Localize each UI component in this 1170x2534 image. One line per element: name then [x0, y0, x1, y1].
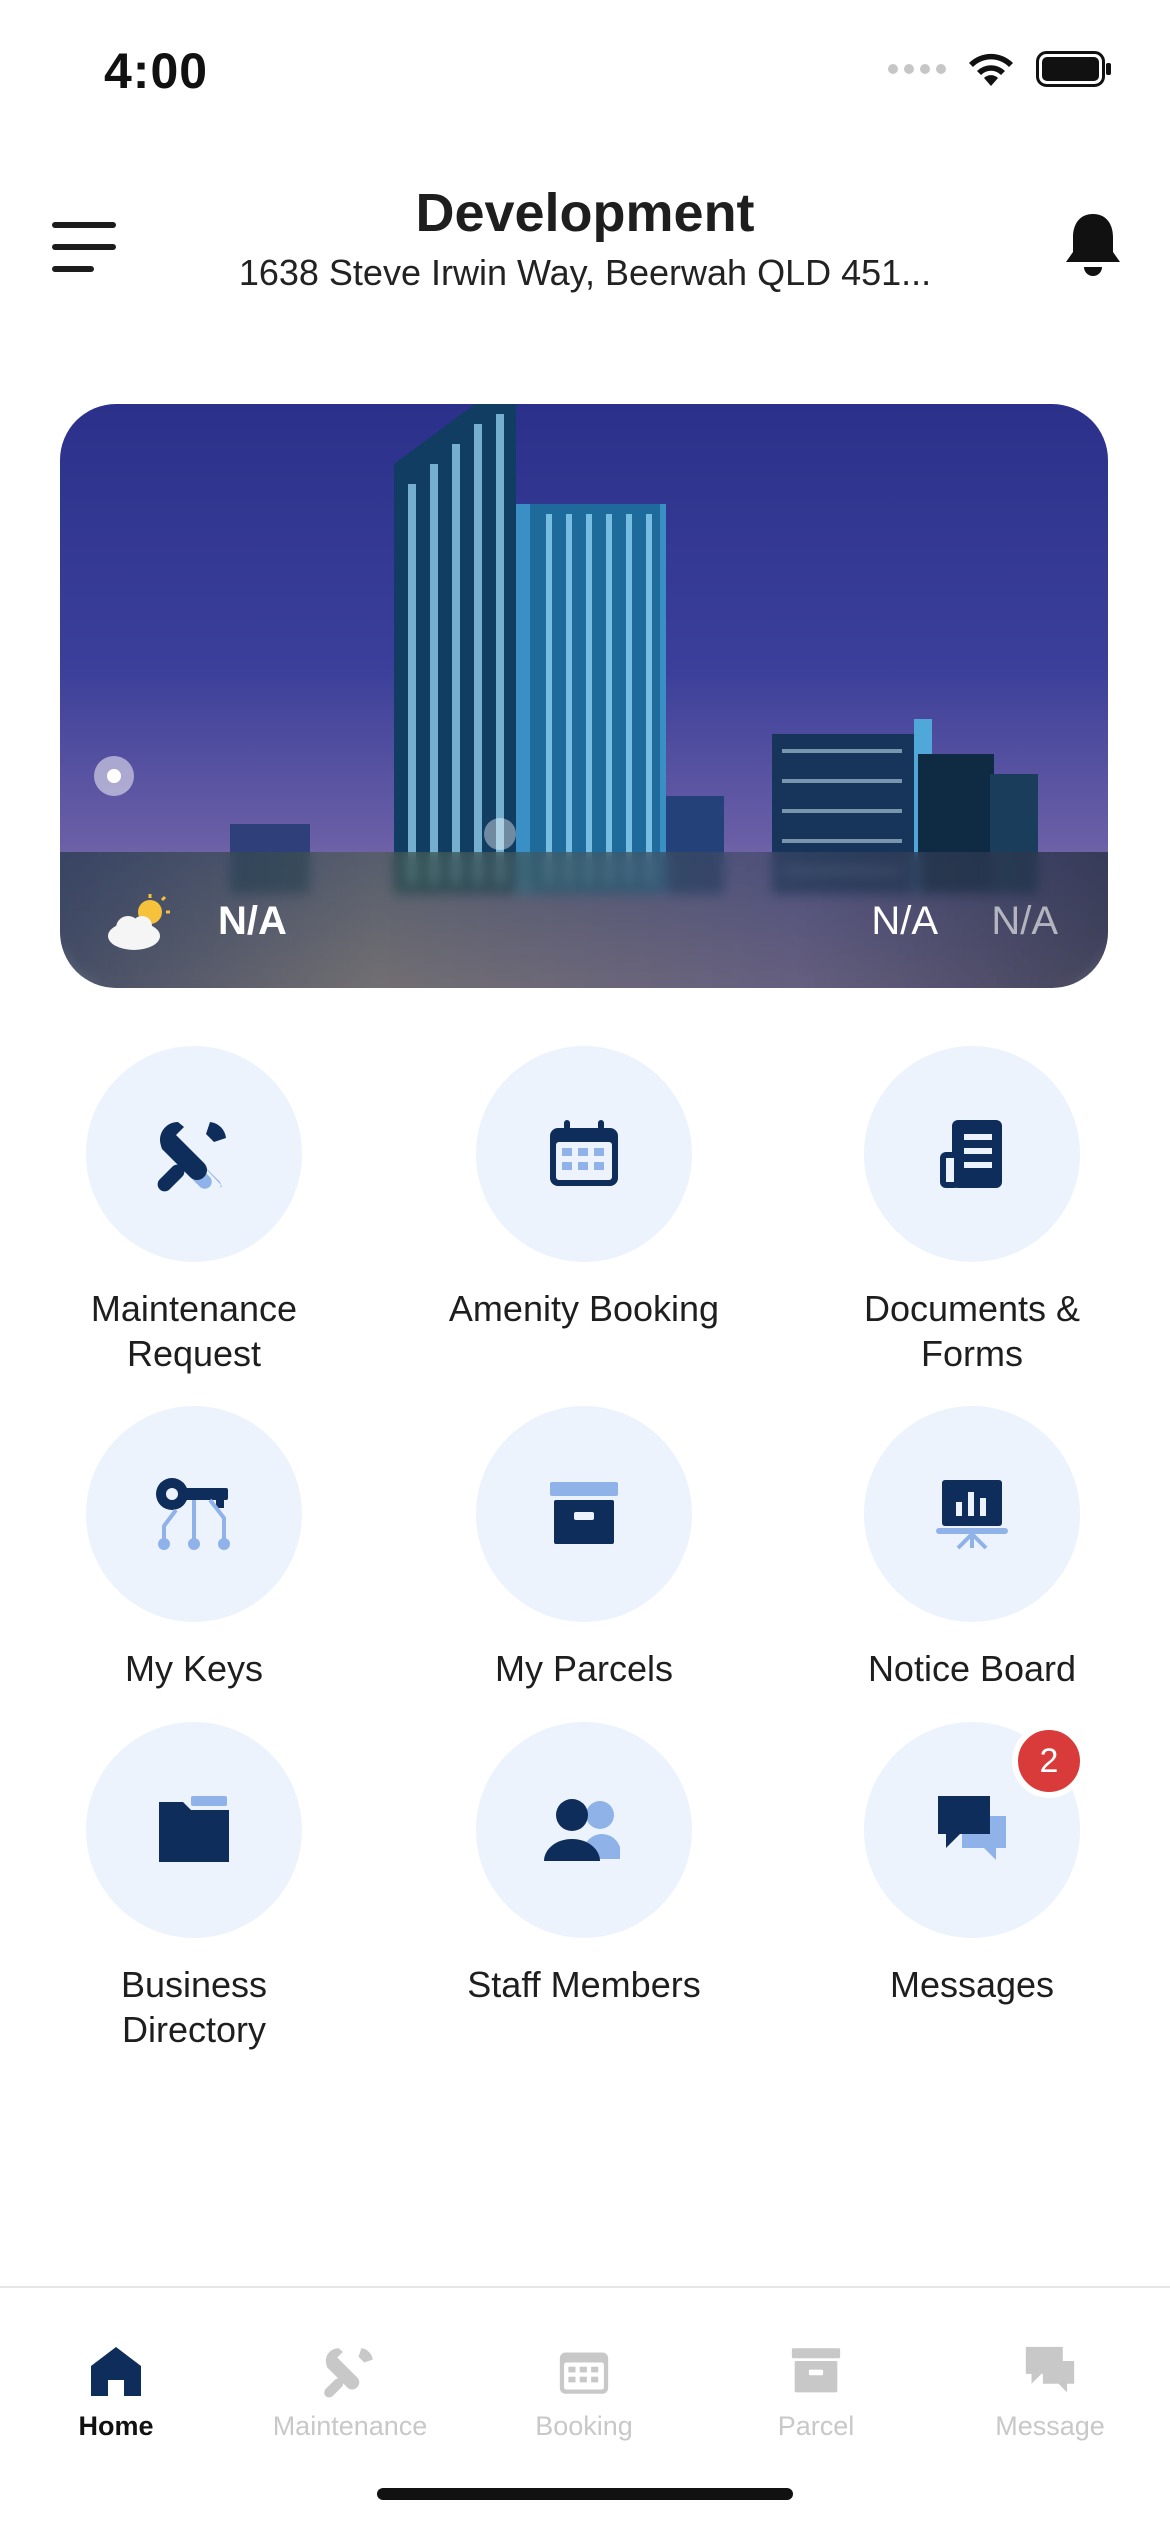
my-parcels-tile[interactable]: My Parcels [434, 1406, 734, 1691]
weather-bar: N/A N/A N/A [60, 852, 1108, 988]
notice-board-tile[interactable]: Notice Board [822, 1406, 1122, 1691]
tile-label: Messages [889, 1964, 1055, 2005]
amenity-booking-tile[interactable]: Amenity Booking [434, 1046, 734, 1331]
nav-label: Parcel [777, 2411, 855, 2441]
messages-tile[interactable]: 2 Messages [822, 1722, 1122, 2007]
unread-badge: 2 [1012, 1724, 1086, 1798]
business-directory-tile[interactable]: Business Directory [44, 1722, 344, 2052]
folder-icon [86, 1722, 302, 1938]
home-icon [91, 2347, 141, 2396]
messages-icon: 2 [864, 1722, 1086, 1938]
calendar-icon [476, 1046, 692, 1262]
cellular-signal-icon [888, 64, 946, 74]
tile-label: Documents & Forms [863, 1288, 1081, 1374]
nav-label: Booking [535, 2411, 633, 2441]
staff-members-tile[interactable]: Staff Members [434, 1722, 734, 2007]
nav-parcel[interactable]: Parcel [706, 2344, 926, 2442]
nav-booking[interactable]: Booking [474, 2344, 694, 2442]
status-icons [888, 50, 1112, 88]
header: Development 1638 Steve Irwin Way, Beerwa… [0, 170, 1170, 330]
battery-icon [1036, 51, 1111, 87]
status-time: 4:00 [104, 43, 209, 99]
property-address: 1638 Steve Irwin Way, Beerwah QLD 451... [238, 252, 932, 293]
tile-label: Staff Members [467, 1964, 701, 2005]
staff-icon [476, 1722, 692, 1938]
wifi-icon [969, 53, 1013, 86]
nav-home[interactable]: Home [6, 2344, 226, 2442]
nav-label: Message [995, 2411, 1105, 2441]
home-indicator[interactable] [377, 2488, 793, 2500]
page-title: Development [415, 183, 755, 243]
messages-icon [1025, 2346, 1075, 2393]
documents-forms-tile[interactable]: Documents & Forms [822, 1046, 1122, 1376]
nav-label: Maintenance [272, 2411, 428, 2441]
wrench-icon [86, 1046, 302, 1262]
wrench-icon [324, 2348, 373, 2398]
nav-message[interactable]: Message [940, 2344, 1160, 2442]
partly-cloudy-icon [108, 894, 170, 950]
maintenance-request-tile[interactable]: Maintenance Request [44, 1046, 344, 1376]
status-bar: 4:00 [0, 0, 1170, 140]
calendar-icon [559, 2352, 609, 2394]
nav-maintenance[interactable]: Maintenance [240, 2344, 460, 2442]
parcel-icon [791, 2348, 841, 2393]
tile-label: My Parcels [494, 1648, 674, 1689]
weather-temperature: N/A [218, 899, 287, 943]
property-banner: N/A N/A N/A [60, 404, 1108, 988]
notification-bell-icon[interactable] [1062, 210, 1124, 280]
document-icon [864, 1046, 1080, 1262]
tile-label: Notice Board [867, 1648, 1077, 1689]
tile-label: My Keys [124, 1648, 264, 1689]
tile-label: Business Directory [120, 1964, 268, 2050]
weather-low: N/A [991, 899, 1058, 943]
key-icon [86, 1406, 302, 1622]
my-keys-tile[interactable]: My Keys [44, 1406, 344, 1691]
nav-label: Home [78, 2411, 154, 2441]
tile-label: Amenity Booking [448, 1288, 720, 1329]
weather-high: N/A [871, 899, 938, 943]
tile-label: Maintenance Request [90, 1288, 298, 1374]
notice-board-icon [864, 1406, 1080, 1622]
parcel-icon [476, 1406, 692, 1622]
